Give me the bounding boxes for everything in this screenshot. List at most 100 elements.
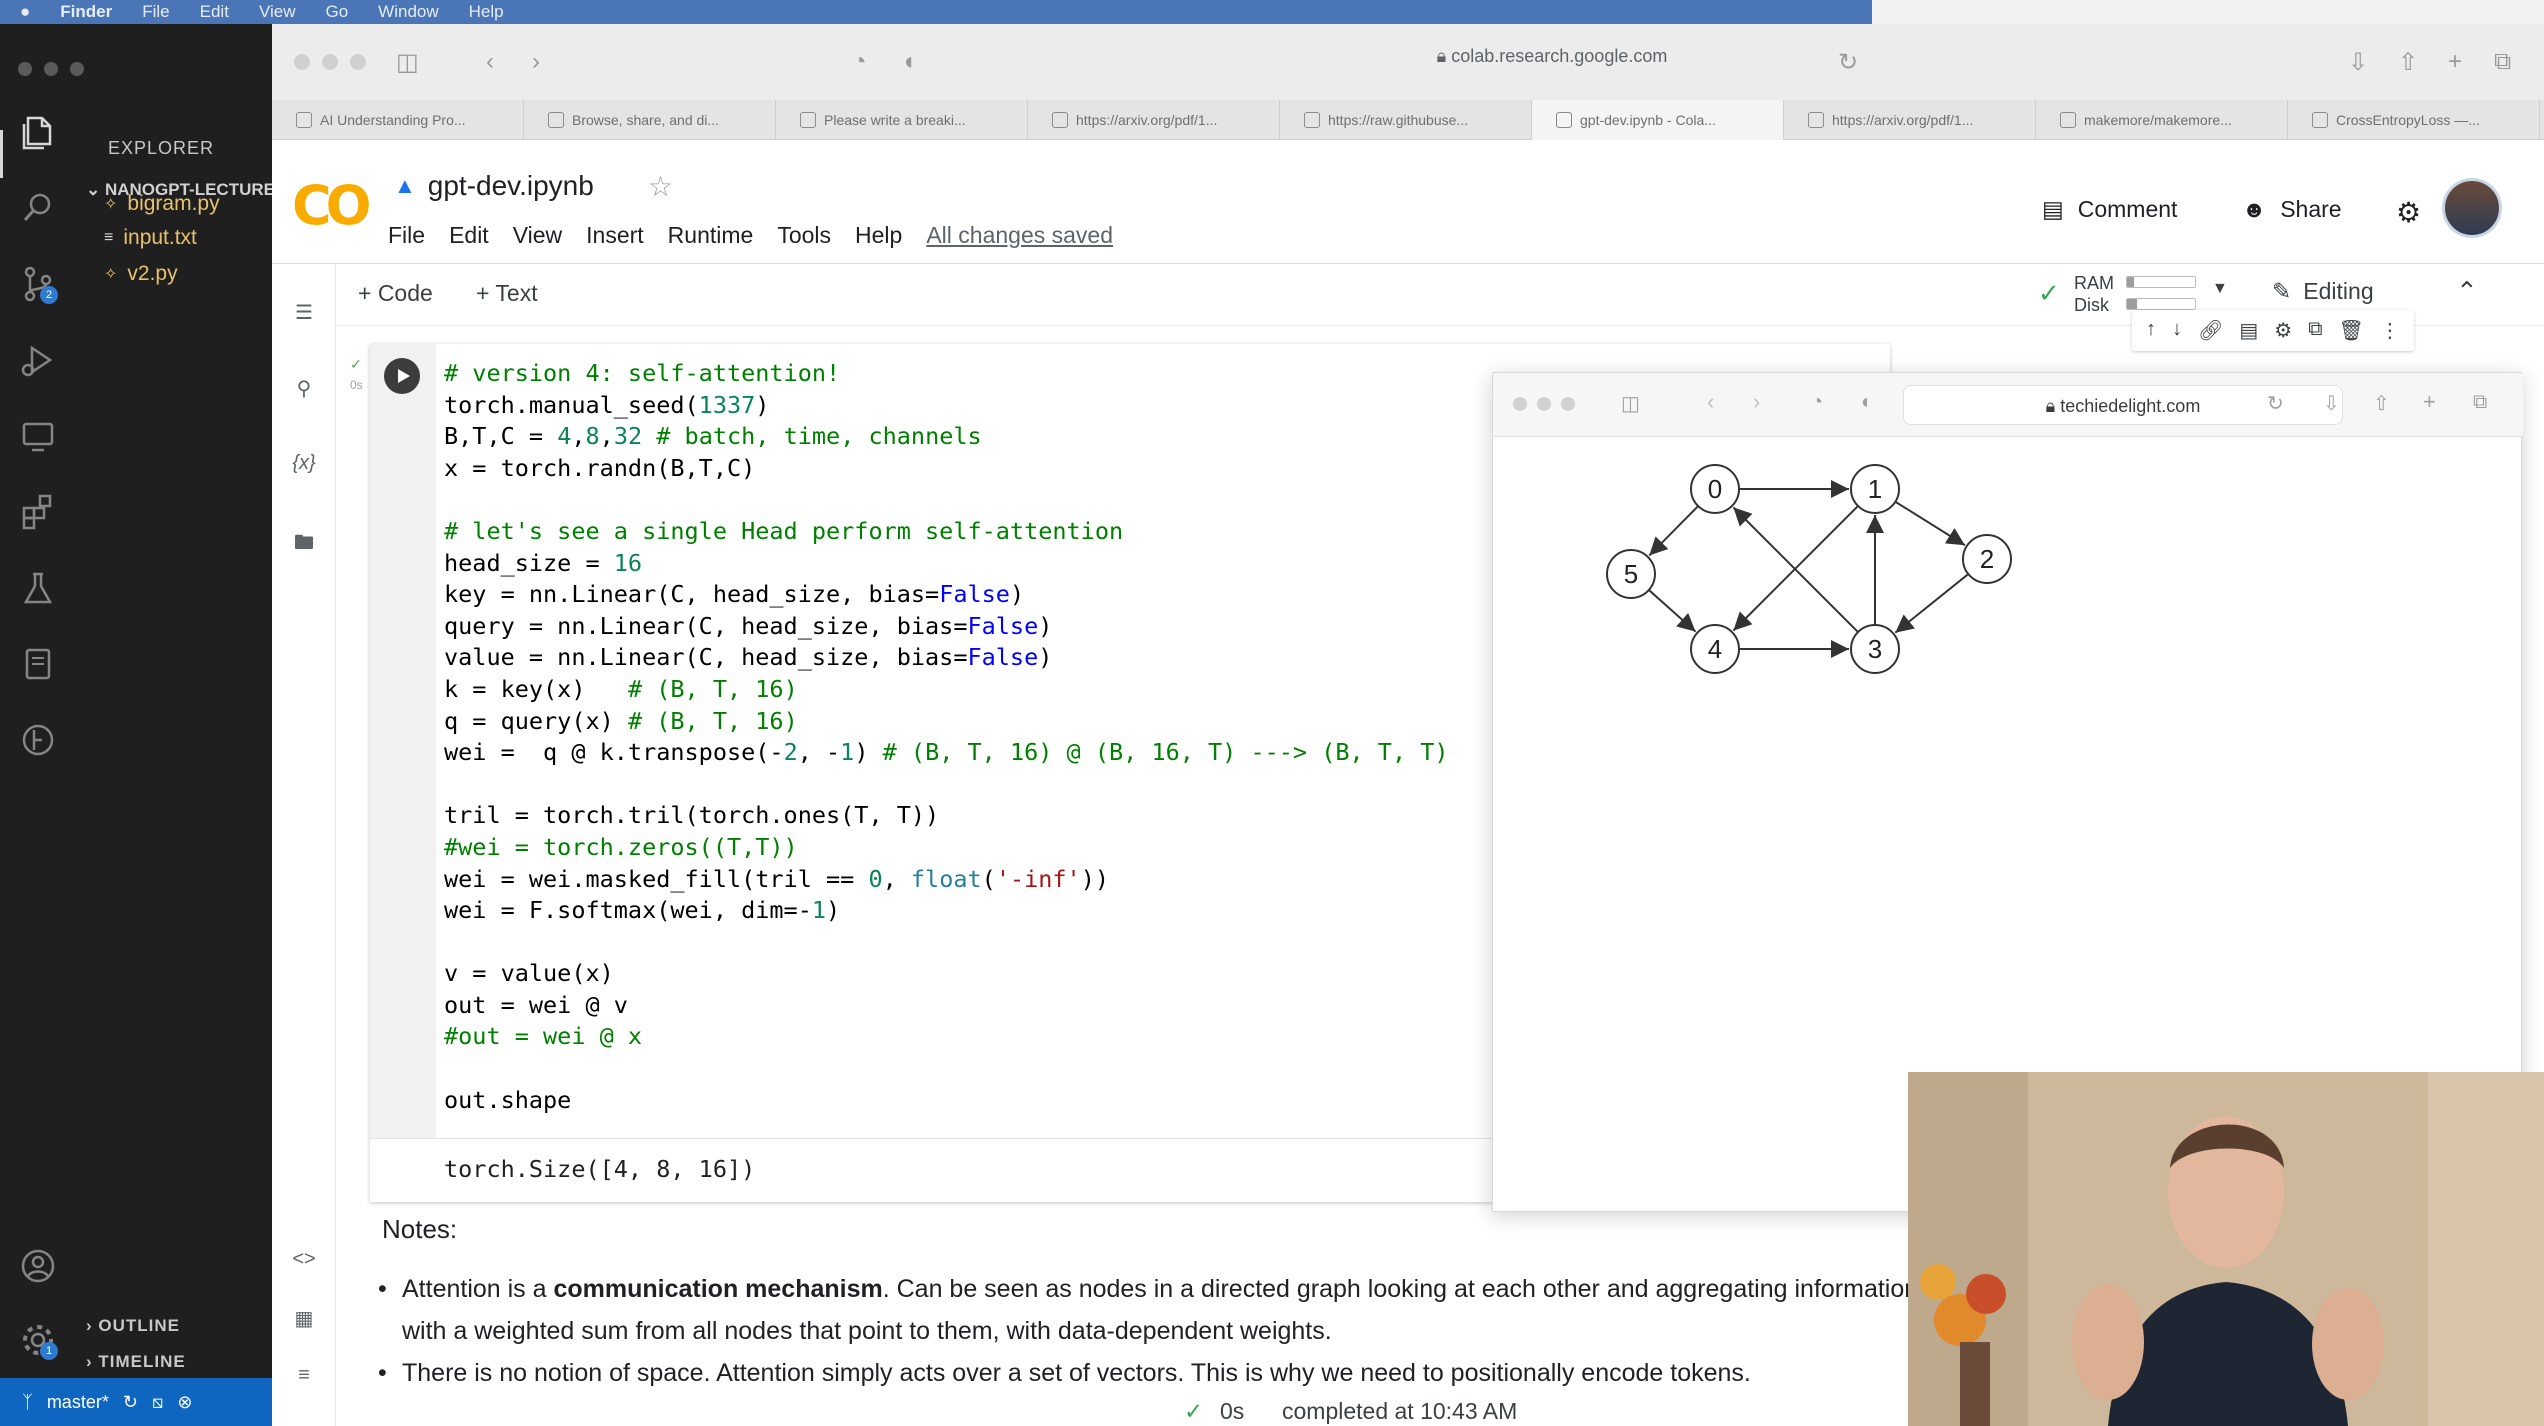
extensions-icon[interactable] [16,490,60,534]
browser-tab[interactable]: Please write a breaki... [776,100,1028,140]
move-down-icon[interactable]: ↓ [2172,318,2182,343]
browser-tab[interactable]: CrossEntropyLoss —... [2288,100,2540,140]
menu-runtime[interactable]: Runtime [668,222,754,249]
new-tab-icon[interactable]: + [2448,48,2462,76]
resource-monitor[interactable]: RAM Disk [2074,272,2114,316]
forward-icon[interactable]: › [532,48,540,76]
remote-icon[interactable]: ⧅ [152,1392,163,1413]
search-icon[interactable] [16,186,60,230]
problems-icon[interactable]: ⊗ [177,1392,192,1413]
notebook-icon[interactable] [16,642,60,686]
save-status[interactable]: All changes saved [926,222,1113,249]
privacy-icon[interactable]: ◔ [852,48,867,76]
shield-icon[interactable]: ◐ [904,48,919,76]
new-tab-icon[interactable]: + [2423,389,2436,415]
move-up-icon[interactable]: ↑ [2146,318,2156,343]
user-avatar[interactable] [2442,178,2502,238]
share-sheet-icon[interactable]: ⇧ [2373,391,2390,416]
tab-overview-icon[interactable]: ⧉ [2494,48,2511,76]
editing-mode-button[interactable]: ✎ Editing [2272,278,2374,305]
downloads-icon[interactable]: ⇩ [2323,391,2340,416]
outline-section[interactable]: › OUTLINE [86,1316,180,1336]
testing-flask-icon[interactable] [16,566,60,610]
shield-icon[interactable]: ◐ [1861,391,1873,414]
menubar-item-help[interactable]: Help [469,2,504,22]
notebook-title[interactable]: ▲ gpt-dev.ipynb [394,170,594,202]
window-controls[interactable] [294,54,366,70]
remote-explorer-icon[interactable] [16,414,60,458]
address-bar[interactable]: 🔒︎ colab.research.google.com [952,38,2152,74]
comment-cell-icon[interactable]: ▤ [2239,318,2258,343]
code-editor[interactable]: # version 4: self-attention! torch.manua… [444,358,1449,1116]
colab-menubar: File Edit View Insert Runtime Tools Help… [388,222,1113,249]
file-item-v2[interactable]: ✧ v2.py [104,262,178,286]
privacy-icon[interactable]: ◔ [1811,391,1823,414]
variables-icon[interactable]: {x} [290,452,318,480]
run-cell-button[interactable] [384,358,420,394]
folder-icon[interactable]: 🖿︎ [290,528,318,556]
colab-logo[interactable]: CO [292,174,372,237]
file-item-input[interactable]: ≡ input.txt [104,226,197,250]
sync-icon[interactable]: ↻ [123,1392,138,1413]
back-icon[interactable]: ‹ [486,48,494,76]
star-icon[interactable]: ☆ [648,170,673,203]
terminal-icon[interactable]: ≡ [290,1364,318,1392]
menu-insert[interactable]: Insert [586,222,644,249]
browser-tab[interactable]: https://arxiv.org/pdf/1... [1028,100,1280,140]
reload-icon[interactable]: ↻ [2267,391,2284,416]
add-text-button[interactable]: + Text [476,280,538,307]
code-snippets-icon[interactable]: <> [290,1248,318,1276]
gitlens-icon[interactable] [16,718,60,762]
menu-file[interactable]: File [388,222,425,249]
browser-tab[interactable]: https://arxiv.org/pdf/1... [1784,100,2036,140]
mirror-cell-icon[interactable]: ⧉ [2308,318,2322,343]
source-control-icon[interactable]: 2 [16,262,60,306]
reload-icon[interactable]: ↻ [1838,48,1858,77]
files-icon[interactable] [16,110,60,154]
menubar-item-file[interactable]: File [142,2,169,22]
browser-tab[interactable]: Browse, share, and di... [524,100,776,140]
file-item-bigram[interactable]: ✧ bigram.py [104,192,220,216]
share-sheet-icon[interactable]: ⇧ [2398,48,2418,77]
table-of-contents-icon[interactable]: ☰ [290,300,318,328]
timeline-section[interactable]: › TIMELINE [86,1352,186,1372]
browser-tab[interactable]: AI Understanding Pro... [272,100,524,140]
more-icon[interactable]: ⋮ [2380,318,2400,343]
runtime-dropdown-icon[interactable]: ▼ [2212,280,2228,298]
run-debug-icon[interactable] [16,338,60,382]
command-palette-icon[interactable]: ▦ [290,1306,318,1334]
browser-tab[interactable]: makemore/makemore... [2036,100,2288,140]
sidebar-toggle-icon[interactable]: ◫ [396,48,419,77]
menu-view[interactable]: View [513,222,562,249]
menubar-app-name[interactable]: Finder [60,2,112,22]
menu-edit[interactable]: Edit [449,222,489,249]
settings-gear-icon[interactable]: ⚙ [2396,196,2421,229]
find-icon[interactable]: ⚲ [290,376,318,404]
add-code-button[interactable]: + Code [358,280,433,307]
back-icon[interactable]: ‹ [1707,389,1714,415]
browser-tab[interactable]: https://raw.githubuse... [1280,100,1532,140]
tab-overview-icon[interactable]: ⧉ [2473,391,2487,414]
menubar-item-view[interactable]: View [259,2,296,22]
cell-settings-icon[interactable]: ⚙ [2274,318,2292,343]
menubar-item-go[interactable]: Go [325,2,348,22]
share-button[interactable]: ☻ Share [2242,196,2342,223]
manage-gear-icon[interactable]: 1 [16,1318,60,1362]
account-icon[interactable] [16,1244,60,1288]
menu-tools[interactable]: Tools [777,222,831,249]
comment-button[interactable]: ▤ Comment [2042,196,2177,223]
downloads-icon[interactable]: ⇩ [2348,48,2368,77]
browser-tab-active[interactable]: gpt-dev.ipynb - Cola... [1532,100,1784,140]
menubar-item-window[interactable]: Window [378,2,438,22]
overlay-window-controls[interactable] [1513,397,1575,411]
menubar-item-edit[interactable]: Edit [200,2,229,22]
link-icon[interactable]: 🔗︎ [2198,318,2223,343]
collapse-header-icon[interactable]: ⌃ [2456,276,2478,307]
menu-help[interactable]: Help [855,222,902,249]
apple-icon[interactable]: ● [20,2,30,22]
sidebar-toggle-icon[interactable]: ◫ [1621,391,1640,416]
branch-name[interactable]: master* [47,1392,109,1413]
delete-icon[interactable]: 🗑︎ [2339,318,2364,343]
vscode-window-controls[interactable] [18,62,84,76]
forward-icon[interactable]: › [1753,389,1760,415]
